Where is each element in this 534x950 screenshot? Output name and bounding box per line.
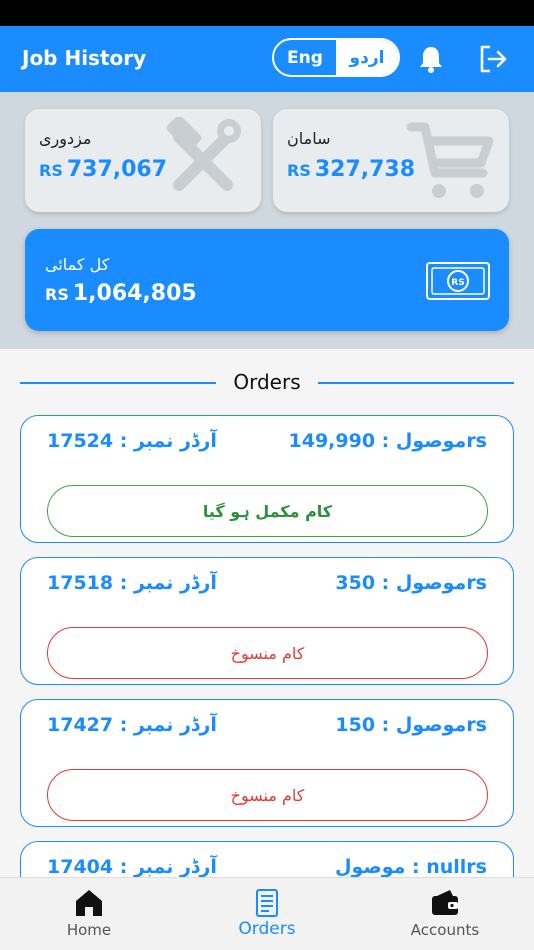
labor-amount: 737,067 — [66, 157, 168, 182]
status-bar — [0, 0, 534, 26]
cart-icon — [407, 122, 494, 198]
nav-home-label: Home — [66, 921, 112, 939]
labor-value: RS 737,067 — [39, 157, 167, 182]
order-number: آرڈر نمبر : 17427 — [47, 714, 217, 736]
nav-orders[interactable]: Orders — [207, 888, 327, 939]
order-card[interactable]: آرڈر نمبر : 17524 موصول : 149,990rs کام … — [20, 415, 514, 543]
total-currency: RS — [45, 285, 69, 304]
total-earnings-card[interactable]: کل کمائی RS 1,064,805 RS — [25, 229, 509, 331]
home-icon — [76, 890, 102, 916]
order-received: موصول : 149,990rs — [288, 430, 488, 452]
total-amount: 1,064,805 — [72, 281, 197, 306]
divider-right — [318, 382, 514, 384]
svg-text:RS: RS — [451, 278, 464, 288]
orders-heading: Orders — [20, 368, 514, 398]
materials-currency: RS — [287, 161, 311, 180]
total-value: RS 1,064,805 — [45, 281, 197, 306]
nav-accounts-label: Accounts — [410, 921, 480, 939]
order-number: آرڈر نمبر : 17518 — [47, 572, 217, 594]
earnings-summary: مزدوری RS 737,067 سامان RS 327,738 کل کمائ… — [0, 92, 534, 349]
order-received: موصول : nullrs — [334, 856, 487, 878]
materials-value: RS 327,738 — [287, 157, 415, 182]
order-status-button[interactable]: کام منسوخ — [47, 627, 488, 679]
order-received: موصول : 350rs — [335, 572, 487, 594]
order-status-button[interactable]: کام مکمل ہو گیا — [47, 485, 488, 537]
tools-icon — [166, 117, 241, 192]
order-status-button[interactable]: کام منسوخ — [47, 769, 488, 821]
nav-accounts[interactable]: Accounts — [385, 888, 505, 939]
logout-icon[interactable] — [478, 44, 508, 74]
materials-card[interactable]: سامان RS 327,738 — [273, 109, 509, 212]
order-number: آرڈر نمبر : 17524 — [47, 430, 217, 452]
lang-eng-option[interactable]: Eng — [274, 40, 336, 75]
labor-currency: RS — [39, 161, 63, 180]
language-toggle[interactable]: Eng اردو — [272, 38, 400, 77]
materials-amount: 327,738 — [314, 157, 416, 182]
order-card[interactable]: آرڈر نمبر : 17518 موصول : 350rs کام منسو… — [20, 557, 514, 685]
total-label: کل کمائی — [45, 255, 110, 274]
money-icon: RS — [426, 262, 490, 300]
page-title: Job History — [22, 46, 147, 70]
nav-home[interactable]: Home — [29, 888, 149, 939]
labor-label: مزدوری — [39, 129, 92, 148]
nav-orders-label: Orders — [238, 919, 296, 939]
order-received: موصول : 150rs — [335, 714, 487, 736]
bell-icon[interactable] — [418, 45, 444, 73]
order-card[interactable]: آرڈر نمبر : 17427 موصول : 150rs کام منسو… — [20, 699, 514, 827]
orders-icon — [256, 889, 278, 917]
labor-card[interactable]: مزدوری RS 737,067 — [25, 109, 261, 212]
order-number: آرڈر نمبر : 17404 — [47, 856, 217, 878]
bottom-nav: Home Orders Accounts — [0, 877, 534, 950]
materials-label: سامان — [287, 129, 331, 148]
wallet-icon — [432, 890, 458, 915]
lang-urdu-option[interactable]: اردو — [336, 40, 398, 75]
app-bar: Job History Eng اردو — [0, 26, 534, 92]
